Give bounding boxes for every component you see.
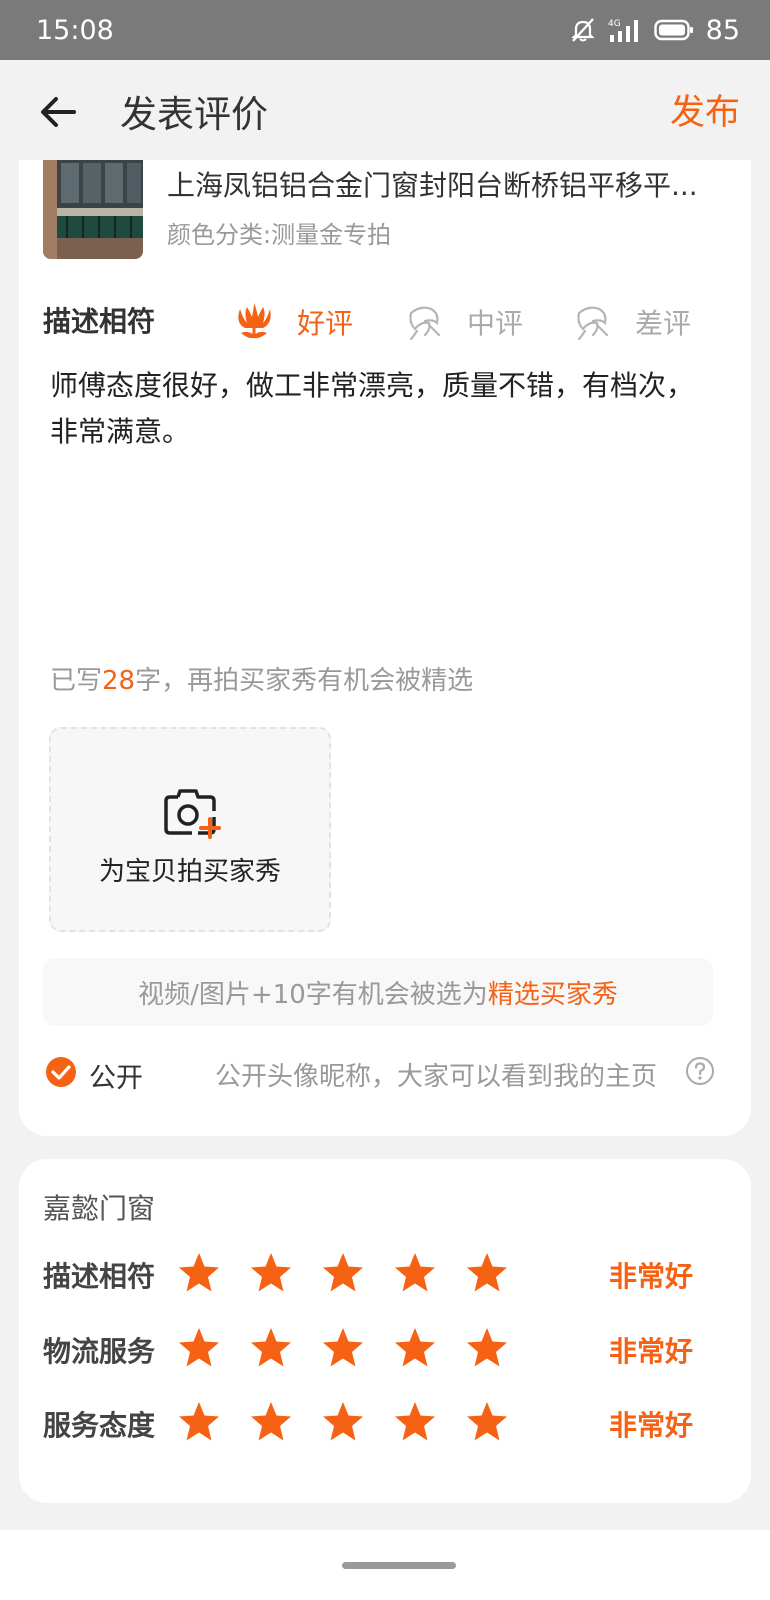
page-title: 发表评价 xyxy=(120,93,268,136)
rating-option-good[interactable]: 好评 xyxy=(233,292,353,352)
rating-option-label: 中评 xyxy=(467,307,524,340)
star-icon[interactable] xyxy=(177,1400,221,1444)
star-icon[interactable] xyxy=(321,1251,365,1295)
word-count: 已写28字，再拍买家秀有机会被精选 xyxy=(50,660,473,697)
status-bar: 15:08 4G 85 xyxy=(0,0,770,60)
star-icon[interactable] xyxy=(249,1251,293,1295)
star-rating[interactable] xyxy=(177,1251,509,1295)
star-icon[interactable] xyxy=(465,1251,509,1295)
tip-text: 视频/图片+10字有机会被选为 xyxy=(138,979,488,1010)
star-icon[interactable] xyxy=(393,1251,437,1295)
tip-highlight[interactable]: 精选买家秀 xyxy=(488,974,618,1011)
star-icon[interactable] xyxy=(393,1326,437,1370)
rating-label: 描述相符 xyxy=(43,305,156,338)
back-arrow-icon[interactable] xyxy=(36,88,84,136)
product-thumbnail xyxy=(43,160,143,259)
score-row-logistics: 物流服务 非常好 xyxy=(43,1322,733,1374)
rating-option-medium[interactable]: 中评 xyxy=(403,292,523,352)
status-time: 15:08 xyxy=(36,14,114,46)
star-icon[interactable] xyxy=(177,1326,221,1370)
star-icon[interactable] xyxy=(321,1326,365,1370)
product-sku: 颜色分类:测量金专拍 xyxy=(167,221,392,249)
star-icon[interactable] xyxy=(465,1400,509,1444)
score-label: 描述相符 xyxy=(43,1260,156,1293)
tulip-icon xyxy=(238,303,271,339)
public-checkbox[interactable] xyxy=(45,1056,77,1088)
score-row-description: 描述相符 非常好 xyxy=(43,1247,733,1299)
score-label: 物流服务 xyxy=(43,1335,156,1368)
score-label: 服务态度 xyxy=(43,1409,156,1442)
flower-outline-icon xyxy=(577,306,609,341)
public-description: 公开头像昵称，大家可以看到我的主页 xyxy=(215,1062,658,1092)
rating-selector: 描述相符 好评 中评 差评 xyxy=(43,292,733,352)
tip-bar: 视频/图片+10字有机会被选为 精选买家秀 xyxy=(43,958,713,1026)
star-icon[interactable] xyxy=(249,1400,293,1444)
publish-button[interactable]: 发布 xyxy=(670,84,740,135)
add-photo-label: 为宝贝拍买家秀 xyxy=(98,857,281,887)
score-text: 非常好 xyxy=(609,1409,694,1442)
score-text: 非常好 xyxy=(609,1260,694,1293)
network-type: 4G xyxy=(608,19,621,29)
public-label[interactable]: 公开 xyxy=(89,1056,143,1095)
camera-add-icon xyxy=(164,789,221,839)
star-rating[interactable] xyxy=(177,1326,509,1370)
star-icon[interactable] xyxy=(465,1326,509,1370)
building-balcony-image xyxy=(43,160,143,259)
star-icon[interactable] xyxy=(249,1326,293,1370)
score-text: 非常好 xyxy=(609,1335,694,1368)
mute-icon xyxy=(570,18,595,42)
rating-option-label: 差评 xyxy=(635,307,692,340)
word-count-suffix: 字，再拍买家秀有机会被精选 xyxy=(135,666,474,696)
battery-icon xyxy=(653,19,693,41)
flower-outline-icon xyxy=(409,306,441,341)
product-title[interactable]: 上海凤铝铝合金门窗封阳台断桥铝平移平... xyxy=(167,164,732,204)
star-icon[interactable] xyxy=(321,1400,365,1444)
word-count-prefix: 已写 xyxy=(50,666,103,696)
shop-name: 嘉懿门窗 xyxy=(43,1192,156,1225)
add-photo-button[interactable]: 为宝贝拍买家秀 xyxy=(49,727,331,932)
star-rating[interactable] xyxy=(177,1400,509,1444)
question-icon[interactable] xyxy=(685,1056,715,1086)
rating-option-bad[interactable]: 差评 xyxy=(571,292,691,352)
nav-bar: 发表评价 发布 xyxy=(0,60,770,160)
word-count-number: 28 xyxy=(102,666,136,696)
status-icons: 4G 85 xyxy=(570,15,740,46)
star-icon[interactable] xyxy=(177,1251,221,1295)
signal-icon: 4G xyxy=(608,19,638,42)
battery-level: 85 xyxy=(705,14,740,46)
score-row-service: 服务态度 非常好 xyxy=(43,1396,733,1448)
rating-option-label: 好评 xyxy=(297,307,354,340)
star-icon[interactable] xyxy=(393,1400,437,1444)
system-navigation-bar xyxy=(0,1530,770,1600)
shop-rating-card: 嘉懿门窗 描述相符 非常好 物流服务 非常好 服务态度 非常好 xyxy=(19,1159,751,1503)
review-textarea[interactable]: 师傅态度很好，做工非常漂亮，质量不错，有档次，非常满意。 xyxy=(50,363,700,455)
review-card: 上海凤铝铝合金门窗封阳台断桥铝平移平... 颜色分类:测量金专拍 描述相符 好评… xyxy=(19,160,751,1136)
home-indicator[interactable] xyxy=(342,1562,456,1569)
